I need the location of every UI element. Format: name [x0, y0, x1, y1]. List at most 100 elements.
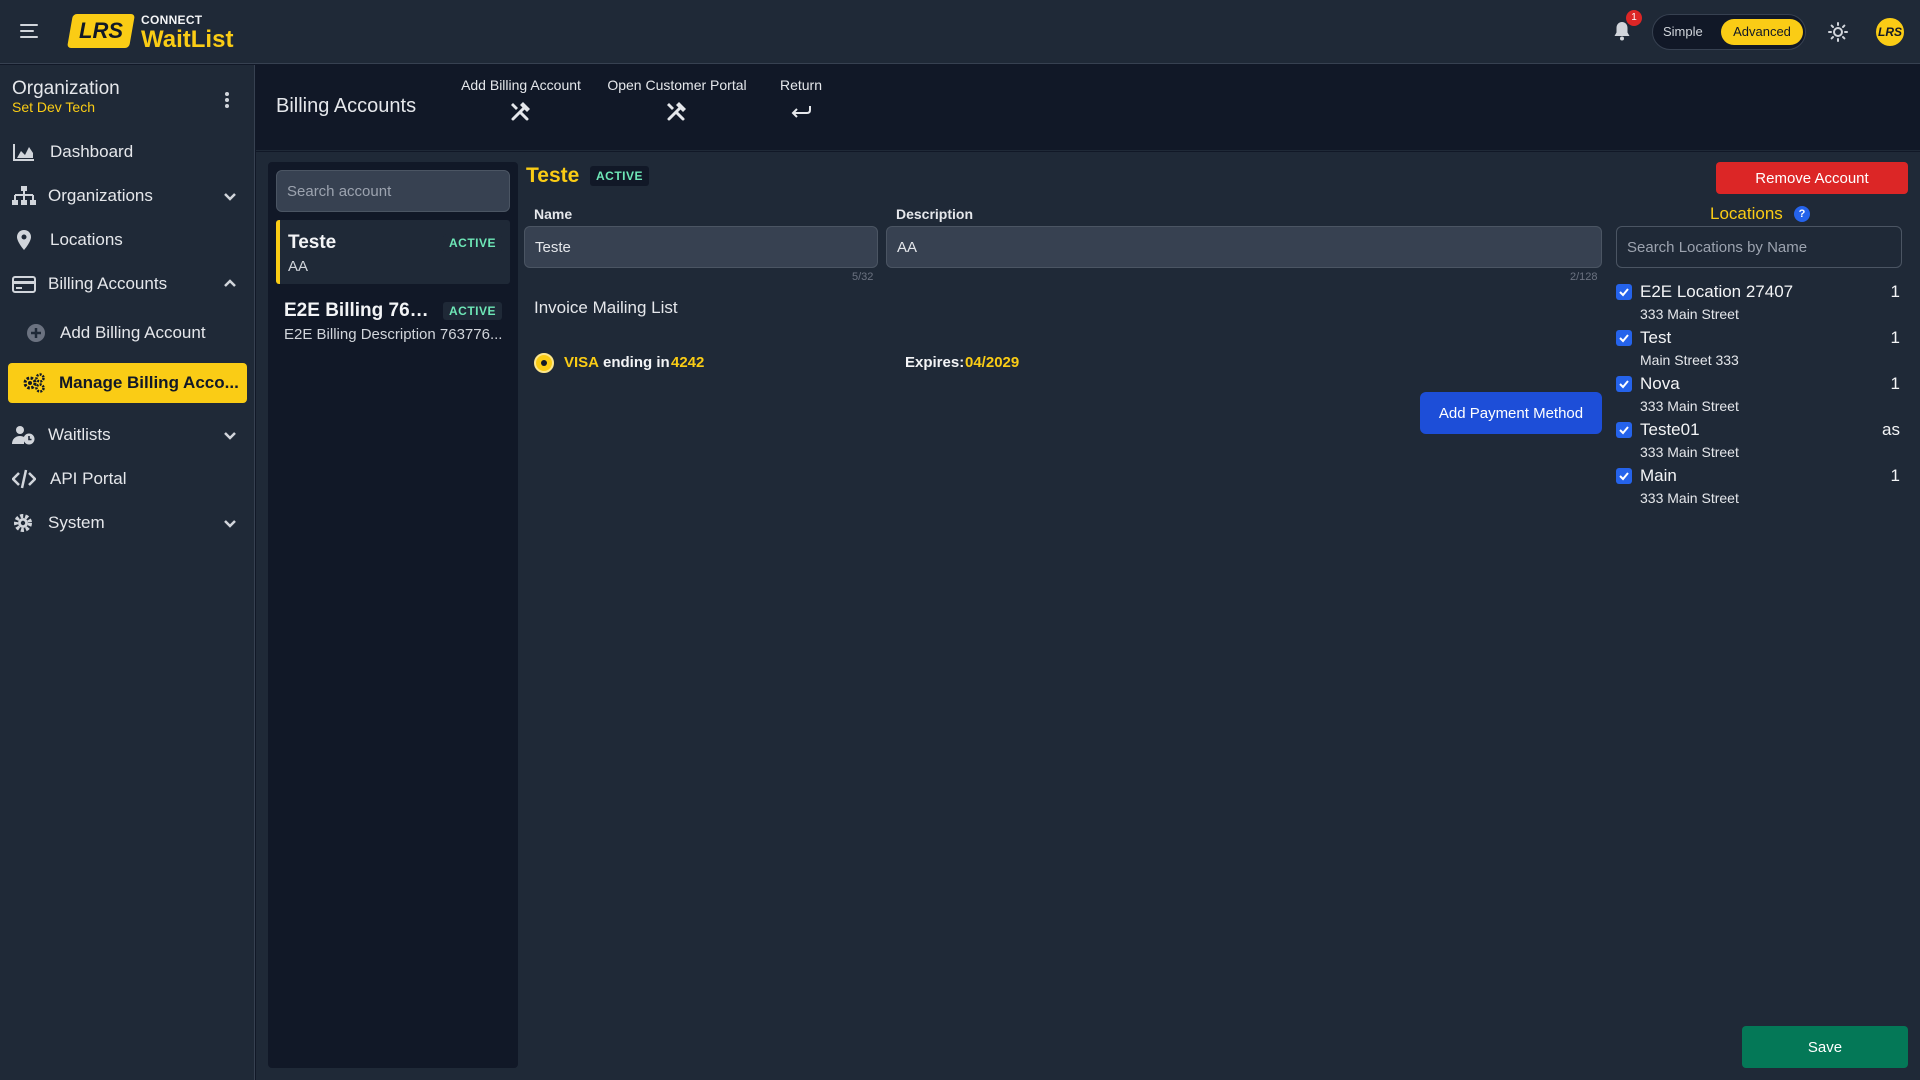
name-char-count: 5/32: [852, 271, 874, 283]
sidebar-item-label: Billing Accounts: [48, 274, 168, 293]
help-icon[interactable]: ?: [1794, 206, 1810, 222]
card-ending-text: ending in: [603, 354, 670, 371]
add-payment-method-button[interactable]: Add Payment Method: [1420, 392, 1602, 434]
location-checkbox[interactable]: [1616, 330, 1632, 346]
brand-waitlist: WaitList: [141, 26, 234, 53]
sidebar-item-label: Organizations: [48, 186, 153, 205]
page-title: Billing Accounts: [276, 95, 417, 117]
return-action[interactable]: Return: [771, 77, 831, 128]
location-item: Test Main Street 333 1: [1616, 328, 1902, 372]
sidebar-item-add-billing-account[interactable]: Add Billing Account: [0, 313, 255, 353]
sidebar-item-api-portal[interactable]: API Portal: [0, 459, 255, 499]
sidebar-item-billing-accounts[interactable]: Billing Accounts: [0, 264, 255, 304]
account-list-item[interactable]: Teste ACTIVE AA: [276, 220, 510, 284]
credit-card-icon: [12, 276, 36, 293]
expires-value: 04/2029: [965, 354, 1020, 371]
tools-icon: [511, 102, 530, 121]
mode-advanced-button[interactable]: Advanced: [1721, 19, 1803, 45]
location-checkbox[interactable]: [1616, 284, 1632, 300]
description-field[interactable]: [886, 226, 1602, 268]
return-arrow-icon: [791, 106, 811, 118]
location-value: 1: [1890, 282, 1900, 301]
account-name: E2E Billing 763...: [284, 300, 434, 321]
location-item: Main 333 Main Street 1: [1616, 466, 1902, 510]
name-field[interactable]: [524, 226, 878, 268]
location-checkbox[interactable]: [1616, 468, 1632, 484]
remove-account-button[interactable]: Remove Account: [1716, 162, 1908, 194]
payment-method-radio[interactable]: [534, 353, 554, 373]
save-button[interactable]: Save: [1742, 1026, 1908, 1068]
sidebar-item-label: Waitlists: [48, 425, 111, 444]
invoice-mailing-list-label: Invoice Mailing List: [534, 298, 678, 317]
chart-area-icon: [13, 144, 34, 161]
top-bar: LRS CONNECT WaitList 1 Simple Advanced L…: [0, 0, 1920, 64]
sidebar-item-label: Dashboard: [50, 142, 134, 161]
logo-text: LRS: [79, 18, 123, 43]
sidebar-item-waitlists[interactable]: Waitlists: [0, 415, 255, 455]
menu-icon[interactable]: [20, 20, 44, 44]
status-badge: ACTIVE: [590, 166, 650, 186]
open-customer-portal-action[interactable]: Open Customer Portal: [602, 77, 752, 128]
account-name: Teste: [288, 232, 337, 253]
status-badge: ACTIVE: [442, 302, 502, 320]
location-item: Nova 333 Main Street 1: [1616, 374, 1902, 418]
location-name: Teste01: [1640, 420, 1700, 439]
plus-circle-icon: [27, 324, 45, 342]
sidebar-item-dashboard[interactable]: Dashboard: [0, 132, 255, 172]
sidebar-item-manage-billing-accounts[interactable]: Manage Billing Acco...: [8, 363, 247, 403]
sidebar-item-organizations[interactable]: Organizations: [0, 176, 255, 216]
sidebar-item-label: System: [48, 513, 105, 532]
user-clock-icon: [12, 426, 35, 445]
user-avatar[interactable]: LRS: [1874, 16, 1906, 48]
add-billing-account-action[interactable]: Add Billing Account: [451, 77, 591, 128]
location-item: Teste01 333 Main Street as: [1616, 420, 1902, 464]
mode-simple-button[interactable]: Simple: [1663, 24, 1703, 39]
name-label: Name: [534, 206, 573, 222]
account-list-item[interactable]: E2E Billing 763... ACTIVE E2E Billing De…: [276, 288, 510, 352]
location-checkbox[interactable]: [1616, 422, 1632, 438]
location-address: 333 Main Street: [1640, 444, 1739, 460]
location-value: 1: [1890, 374, 1900, 393]
locations-title: Locations: [1710, 204, 1783, 223]
chevron-up-icon: [224, 279, 236, 287]
location-checkbox[interactable]: [1616, 376, 1632, 392]
action-label: Add Billing Account: [461, 77, 581, 93]
account-description: E2E Billing Description 763776...: [284, 326, 503, 343]
account-list-panel: Teste ACTIVE AA E2E Billing 763... ACTIV…: [268, 162, 518, 1068]
chevron-down-icon: [224, 432, 236, 440]
gears-icon: [23, 373, 45, 393]
sidebar-item-label: API Portal: [50, 469, 127, 488]
tools-icon: [667, 102, 686, 121]
org-title: Organization: [12, 78, 120, 99]
card-brand: VISA: [564, 354, 600, 371]
notification-badge: 1: [1626, 10, 1642, 26]
description-char-count: 2/128: [1570, 271, 1598, 283]
action-label: Return: [779, 77, 823, 93]
description-label: Description: [896, 206, 974, 222]
sitemap-icon: [12, 186, 36, 205]
brand-connect: CONNECT: [141, 13, 203, 27]
locations-search-input[interactable]: [1616, 226, 1902, 268]
sidebar: Organization Set Dev Tech Dashboard Orga…: [0, 65, 255, 1080]
kebab-menu-icon[interactable]: [222, 91, 232, 109]
location-name: Main: [1640, 466, 1677, 485]
account-search-input[interactable]: [276, 170, 510, 212]
card-last4: 4242: [671, 354, 705, 371]
location-value: 1: [1890, 466, 1900, 485]
location-name: Test: [1640, 328, 1672, 347]
sidebar-item-locations[interactable]: Locations: [0, 220, 255, 260]
sidebar-item-system[interactable]: System: [0, 503, 255, 543]
status-badge: ACTIVE: [442, 234, 502, 252]
location-name: Nova: [1640, 374, 1680, 393]
mode-toggle: Simple Advanced: [1652, 14, 1806, 50]
code-icon: [12, 469, 36, 489]
sun-icon[interactable]: [1828, 22, 1848, 42]
sidebar-item-label: Add Billing Account: [60, 323, 206, 342]
expires-label: Expires:: [905, 354, 965, 371]
chevron-down-icon: [224, 193, 236, 201]
account-description: AA: [288, 258, 309, 275]
location-item: E2E Location 27407 333 Main Street 1: [1616, 282, 1902, 326]
location-value: as: [1882, 420, 1900, 439]
location-value: 1: [1890, 328, 1900, 347]
cog-icon: [14, 514, 32, 532]
